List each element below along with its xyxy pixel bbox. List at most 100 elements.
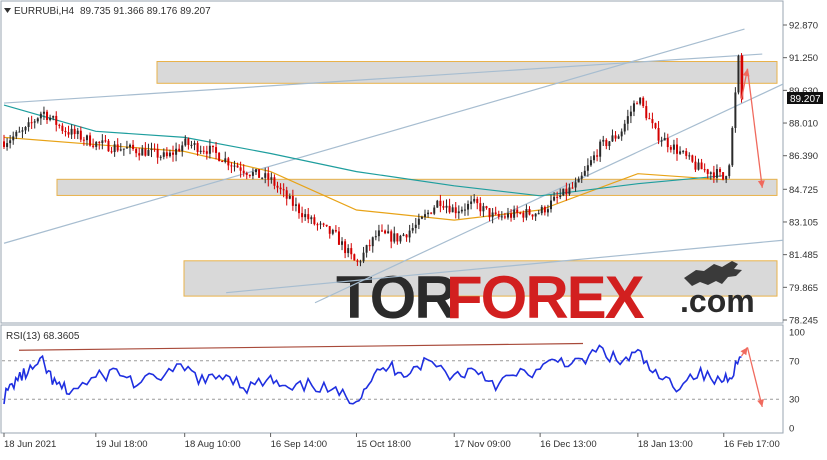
candle-body: [184, 138, 187, 146]
chart-canvas: 92.87091.25089.63088.01086.39084.72583.1…: [0, 0, 823, 450]
candle-body: [365, 245, 368, 253]
candle-body: [546, 209, 549, 213]
candle-body: [202, 150, 205, 152]
candle-body: [104, 140, 107, 142]
candle-body: [334, 230, 337, 232]
candle-body: [672, 144, 675, 150]
candle-body: [276, 185, 279, 188]
candle-body: [301, 213, 304, 218]
candle-body: [660, 140, 663, 142]
time-tick-label: 18 Aug 10:00: [185, 439, 241, 450]
chart-window: 92.870 91.250 89.630 88.010 86.390 84.725 83.1…: [0, 0, 827, 455]
candle-body: [224, 158, 227, 163]
candle-body: [387, 231, 390, 234]
candle-body: [331, 230, 334, 234]
candle-body: [611, 135, 614, 142]
price-tick-label: 79.865: [789, 283, 818, 294]
candle-body: [445, 205, 448, 208]
candle-body: [162, 152, 165, 157]
candle-body: [119, 149, 122, 151]
time-tick-label: 15 Oct 18:00: [356, 439, 410, 450]
candle-body: [150, 148, 153, 151]
candle-body: [350, 248, 353, 255]
candle-body: [559, 195, 562, 198]
candle-body: [215, 147, 218, 153]
candle-body: [528, 208, 531, 215]
candle-body: [494, 212, 497, 214]
rsi-level-label: 0: [789, 424, 794, 435]
watermark-tor: TOR: [336, 264, 457, 331]
watermark-forex: FOREX: [446, 264, 645, 331]
candle-body: [153, 148, 156, 150]
candle-body: [236, 165, 239, 168]
candle-body: [531, 214, 534, 217]
candle-body: [248, 174, 251, 176]
candle-body: [52, 115, 55, 118]
candle-body: [390, 231, 393, 242]
candle-body: [568, 187, 571, 195]
candle-body: [273, 177, 276, 186]
candle-body: [42, 111, 45, 114]
candle-body: [451, 207, 454, 213]
candle-body: [135, 148, 138, 154]
candle-body: [208, 145, 211, 154]
candle-body: [442, 206, 445, 208]
candle-body: [534, 213, 537, 217]
candle-body: [107, 140, 110, 152]
candle-body: [172, 152, 175, 155]
candle-body: [540, 206, 543, 214]
candle-body: [384, 230, 387, 234]
candle-body: [648, 118, 651, 120]
rsi-level-label: 30: [789, 395, 800, 406]
candle-body: [175, 148, 178, 155]
candle-body: [737, 55, 740, 93]
chart-header: EURRUBi,H4 89.735 91.366 89.176 89.207: [4, 6, 211, 17]
candle-body: [642, 97, 645, 107]
candle-body: [218, 152, 221, 161]
candle-body: [639, 97, 642, 104]
candle-body: [239, 167, 242, 171]
candle-body: [254, 169, 257, 173]
candle-body: [49, 117, 52, 120]
candle-body: [258, 169, 261, 178]
time-tick-label: 17 Nov 09:00: [454, 439, 511, 450]
candle-body: [497, 213, 500, 217]
candle-body: [617, 136, 620, 139]
candle-body: [583, 170, 586, 176]
candle-body: [500, 216, 503, 218]
time-tick-label: 19 Jul 18:00: [96, 439, 148, 450]
candle-body: [556, 196, 559, 198]
candle-body: [620, 131, 623, 137]
price-axis-ticks: 92.87091.25089.63088.01086.39084.72583.1…: [783, 21, 818, 327]
rsi-level-label: 70: [789, 356, 800, 367]
candle-body: [9, 140, 12, 144]
candle-body: [267, 173, 270, 180]
candle-body: [626, 116, 629, 124]
candle-body: [67, 132, 70, 135]
candle-body: [433, 207, 436, 214]
candle-body: [374, 236, 377, 238]
candle-body: [362, 252, 365, 262]
candle-body: [728, 165, 731, 177]
candle-body: [562, 188, 565, 196]
rsi-level-label: 100: [789, 328, 805, 339]
candle-body: [359, 261, 362, 263]
candle-body: [694, 161, 697, 170]
candle-body: [519, 212, 522, 214]
candle-body: [380, 230, 383, 232]
candle-body: [156, 148, 159, 158]
candle-body: [589, 160, 592, 166]
candle-body: [347, 248, 350, 254]
price-tick-label: 84.725: [789, 185, 818, 196]
candle-body: [24, 127, 27, 131]
candle-body: [651, 119, 654, 124]
candle-body: [697, 162, 700, 170]
candle-body: [577, 178, 580, 183]
price-zone: [56, 178, 778, 196]
candle-body: [285, 190, 288, 199]
candle-body: [377, 230, 380, 237]
candle-body: [580, 175, 583, 179]
candle-body: [543, 206, 546, 213]
candle-body: [270, 177, 273, 180]
candle-body: [337, 231, 340, 245]
